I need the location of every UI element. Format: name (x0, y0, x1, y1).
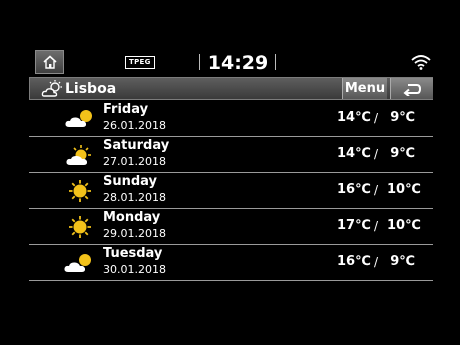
clock: 14:29 (207, 52, 269, 74)
high-temp: 14℃ (337, 110, 371, 125)
day-label: Monday (103, 210, 161, 225)
divider (275, 54, 276, 70)
date-label: 30.01.2018 (103, 263, 166, 276)
day-label: Friday (103, 102, 149, 117)
temp-separator: / (374, 183, 379, 197)
forecast-list: Friday 26.01.2018 14℃ / 9℃ Saturday 27.0… (29, 101, 433, 281)
home-icon (42, 55, 57, 69)
back-button[interactable] (390, 78, 433, 99)
forecast-row-monday: Monday 29.01.2018 17℃ / 10℃ (29, 209, 433, 245)
cloudy-icon (65, 110, 92, 127)
low-temp: 9℃ (390, 254, 415, 269)
forecast-row-tuesday: Tuesday 30.01.2018 16℃ / 9℃ (29, 245, 433, 281)
high-temp: 14℃ (337, 146, 371, 161)
day-label: Saturday (103, 138, 170, 153)
forecast-row-friday: Friday 26.01.2018 14℃ / 9℃ (29, 101, 433, 137)
city-name: Lisboa (65, 81, 117, 97)
home-button[interactable] (35, 50, 64, 74)
temp-separator: / (374, 255, 379, 269)
date-label: 26.01.2018 (103, 119, 166, 132)
sunny-icon (69, 216, 91, 238)
tpeg-indicator: TPEG (125, 56, 155, 69)
high-temp: 16℃ (337, 182, 371, 197)
cloudy-icon (64, 254, 91, 272)
low-temp: 9℃ (390, 110, 415, 125)
date-label: 27.01.2018 (103, 155, 166, 168)
low-temp: 9℃ (390, 146, 415, 161)
low-temp: 10℃ (387, 182, 421, 197)
partly-cloudy-icon (66, 145, 91, 165)
date-label: 29.01.2018 (103, 227, 166, 240)
temp-separator: / (374, 111, 379, 125)
city-header-bar: Lisboa Menu (29, 77, 433, 100)
status-bar: TPEG 14:29 (0, 0, 460, 74)
high-temp: 17℃ (337, 218, 371, 233)
back-arrow-icon (403, 83, 422, 96)
sun-cloud-icon (41, 80, 62, 97)
wifi-icon (411, 55, 431, 70)
sunny-icon (69, 180, 91, 202)
day-label: Tuesday (103, 246, 163, 261)
forecast-row-sunday: Sunday 28.01.2018 16℃ / 10℃ (29, 173, 433, 209)
date-label: 28.01.2018 (103, 191, 166, 204)
divider (199, 54, 200, 70)
day-label: Sunday (103, 174, 158, 189)
temp-separator: / (374, 147, 379, 161)
forecast-row-saturday: Saturday 27.01.2018 14℃ / 9℃ (29, 137, 433, 173)
temp-separator: / (374, 219, 379, 233)
low-temp: 10℃ (387, 218, 421, 233)
high-temp: 16℃ (337, 254, 371, 269)
menu-button[interactable]: Menu (342, 78, 387, 99)
